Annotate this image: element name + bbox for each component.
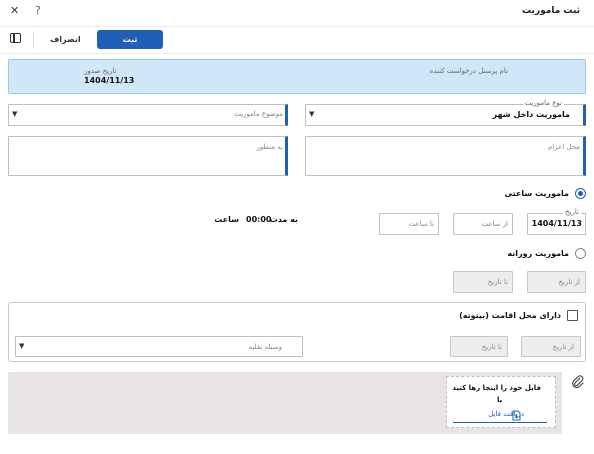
from-time-placeholder: از ساعت [481,220,508,228]
help-icon[interactable]: ? [35,4,41,17]
submit-button[interactable]: ثبت [97,30,163,49]
or-text: یا [497,396,503,404]
daily-mission-radio[interactable] [575,248,586,259]
file-download-icon [512,410,521,423]
to-time-placeholder: تا ساعت [408,220,434,228]
purpose-textarea[interactable] [8,136,288,176]
window-title: ثبت ماموریت [522,6,580,16]
attachment-icon[interactable] [571,375,585,391]
close-icon[interactable]: ✕ [10,4,19,17]
cancel-button[interactable]: انصراف [50,32,81,47]
daily-mission-label: ماموریت روزانه [507,249,569,258]
toolbar-divider [33,31,34,49]
dispatch-place-placeholder: محل اعزام [547,143,580,151]
duration-value: 00:00 [246,215,272,224]
duration-prefix: به مدت [269,215,298,224]
mission-type-label: نوع ماموریت [522,99,564,107]
hourly-date-label: تاریخ [563,208,581,216]
purpose-placeholder: به منظور [256,143,283,151]
dispatch-place-textarea[interactable] [305,136,586,176]
accommodation-to-date-placeholder: تا تاریخ [481,343,502,351]
daily-to-date-placeholder: تا تاریخ [487,278,508,286]
hourly-date-value: 1404/11/13 [531,219,582,228]
chevron-down-icon[interactable]: ▼ [12,110,17,118]
daily-from-date-placeholder: از تاریخ [558,278,580,286]
requester-label: نام پرسنل درخواست کننده [429,67,508,75]
hourly-mission-label: ماموریت ساعتی [504,189,569,198]
accommodation-checkbox[interactable] [567,310,578,321]
accommodation-label: دارای محل اقامت (بیتوته) [459,311,561,320]
hourly-mission-radio[interactable] [575,188,586,199]
chevron-down-icon[interactable]: ▼ [19,342,24,350]
mission-subject-placeholder: موضوع ماموریت [234,110,283,118]
drop-text: فایل خود را اینجا رها کنید [452,384,541,392]
chevron-down-icon[interactable]: ▼ [309,110,314,118]
vehicle-placeholder: وسیله نقلیه [248,343,282,351]
issue-date-label: تاریخ صدور [84,67,117,75]
toolbar [0,26,594,54]
sidebar-toggle-icon[interactable] [10,33,21,43]
accommodation-from-date-placeholder: از تاریخ [552,343,574,351]
duration-unit: ساعت [214,215,239,224]
mission-type-value: ماموریت داخل شهر [492,110,570,119]
issue-date-value: 1404/11/13 [84,76,135,85]
